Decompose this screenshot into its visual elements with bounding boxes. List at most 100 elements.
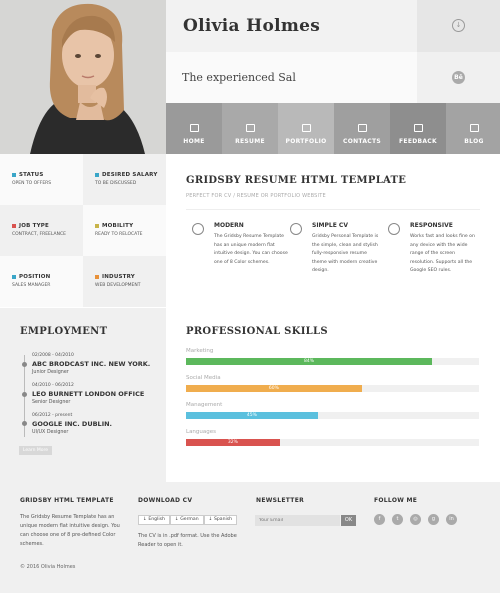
google-plus-icon[interactable]: g [428, 514, 439, 525]
skill-percent: 32% [227, 440, 238, 445]
nav-label: RESUME [235, 138, 265, 145]
behance-box[interactable]: Bē [417, 52, 500, 103]
feature-title: MODERN [214, 222, 244, 229]
skills-list: Marketing 84% Social Media 60% Management 45%… [186, 348, 480, 458]
profile-name: Olivia Holmes [183, 16, 321, 36]
heart-icon [290, 223, 302, 235]
skill-track: 45% [186, 412, 479, 419]
info-cell: INDUSTRY WEB DEVELOPMENT [83, 256, 166, 307]
job-role: UI/UX Designer [32, 430, 69, 435]
download-box[interactable]: ↓ [417, 0, 500, 52]
info-grid: STATUS OPEN TO OFFERS DESIRED SALARY TO BE … [0, 154, 166, 308]
info-cell: MOBILITY READY TO RELOCATE [83, 205, 166, 256]
feature-text: The Gridsby Resume Template has an uniqu… [214, 234, 288, 265]
feature-responsive: RESPONSIVE Works fast and looks fine on … [388, 222, 478, 276]
dribbble-icon[interactable]: ◎ [410, 514, 421, 525]
info-cell: JOB TYPE CONTRACT, FREELANCE [0, 205, 83, 256]
job-dates: 04/2010 - 06/2012 [32, 383, 74, 388]
behance-icon[interactable]: Bē [452, 71, 465, 84]
skill-item: Languages 32% [186, 429, 479, 446]
nav-label: CONTACTS [342, 138, 381, 145]
main-nav: HOME RESUME PORTFOLIO CONTACTS FEEDBACK BLOG [166, 103, 500, 154]
job-dates: 02/2008 - 04/2010 [32, 353, 74, 358]
info-title: POSITION [12, 274, 83, 280]
info-value: READY TO RELOCATE [95, 232, 143, 237]
job-company: GOOGLE INC. DUBLIN. [32, 420, 113, 428]
nav-resume[interactable]: RESUME [222, 103, 278, 154]
intro-title: GRIDSBY RESUME HTML TEMPLATE [186, 175, 407, 186]
feature-text: Works fast and looks fine on any device … [410, 234, 475, 273]
skill-percent: 45% [246, 413, 257, 418]
info-title: STATUS [12, 172, 83, 178]
facebook-icon[interactable]: f [374, 514, 385, 525]
skill-item: Marketing 84% [186, 348, 479, 365]
skill-percent: 60% [268, 386, 279, 391]
feedback-icon [413, 124, 423, 132]
info-color-marker [95, 224, 99, 228]
footer-newsletter-title: NEWSLETTER [256, 497, 305, 504]
info-color-marker [12, 173, 16, 177]
skill-item: Management 45% [186, 402, 479, 419]
info-title-text: DESIRED SALARY [102, 172, 158, 178]
nav-feedback[interactable]: FEEDBACK [390, 103, 446, 154]
skill-item: Social Media 60% [186, 375, 479, 392]
download-german-button[interactable]: ↓ German [169, 515, 204, 525]
nav-contacts[interactable]: CONTACTS [334, 103, 390, 154]
nav-label: BLOG [464, 138, 484, 145]
footer-follow-title: FOLLOW ME [374, 497, 418, 504]
lang-label: German [180, 517, 199, 522]
info-cell: POSITION SALES MANAGER [0, 256, 83, 307]
job-company: LEO BURNETT LONDON OFFICE [32, 390, 145, 398]
info-value: WEB DEVELOPMENT [95, 283, 141, 288]
info-value: CONTRACT, FREELANCE [12, 232, 66, 237]
subscribe-button[interactable]: OK [341, 515, 356, 526]
feature-text: Gridsby Personal Template is the simple,… [312, 234, 379, 273]
skill-label: Social Media [186, 375, 221, 381]
timeline-dot [22, 421, 27, 426]
job-dates: 06/2012 - present [32, 413, 73, 418]
skill-label: Management [186, 402, 223, 408]
info-title-text: INDUSTRY [102, 274, 135, 280]
footer-about-title: GRIDSBY HTML TEMPLATE [20, 497, 114, 504]
nav-blog[interactable]: BLOG [446, 103, 500, 154]
feature-modern: MODERN The Gridsby Resume Template has a… [192, 222, 288, 267]
nav-portfolio[interactable]: PORTFOLIO [278, 103, 334, 154]
download-english-button[interactable]: ↓ English [138, 515, 170, 525]
timeline-dot [22, 362, 27, 367]
home-icon [189, 124, 199, 132]
intro-subtitle: PERFECT FOR CV / RESUME OR PORTFOLIO WEB… [186, 193, 326, 199]
learn-more-button[interactable]: Learn More [19, 446, 52, 455]
nav-label: HOME [183, 138, 205, 145]
profile-photo [0, 0, 166, 154]
arrow-down-circle-icon[interactable]: ↓ [452, 19, 465, 32]
linkedin-icon[interactable]: in [446, 514, 457, 525]
job-entry: 04/2010 - 06/2012 LEO BURNETT LONDON OFF… [32, 383, 144, 405]
skill-fill: 84% [186, 358, 433, 365]
info-value: OPEN TO OFFERS [12, 181, 52, 186]
target-icon [388, 223, 400, 235]
skill-percent: 84% [304, 359, 315, 364]
info-color-marker [95, 173, 99, 177]
skill-track: 84% [186, 358, 479, 365]
social-links: f t ◎ g in [374, 514, 457, 525]
skill-fill: 45% [186, 412, 318, 419]
lang-label: Spanish [213, 517, 233, 522]
info-title: JOB TYPE [12, 223, 83, 229]
download-spanish-button[interactable]: ↓ Spanish [203, 515, 238, 525]
portrait-illustration [0, 0, 166, 154]
skill-track: 60% [186, 385, 479, 392]
tagline: The experienced Sal [182, 71, 296, 84]
info-title-text: MOBILITY [102, 223, 134, 229]
info-value: TO BE DISCUSSED [95, 181, 137, 186]
info-title-text: STATUS [19, 172, 44, 178]
info-color-marker [12, 224, 16, 228]
nav-home[interactable]: HOME [166, 103, 222, 154]
twitter-icon[interactable]: t [392, 514, 403, 525]
job-entry: 02/2008 - 04/2010 ABC BRODCAST INC. NEW … [32, 353, 150, 375]
info-cell: DESIRED SALARY TO BE DISCUSSED [83, 154, 166, 205]
feature-title: SIMPLE CV [312, 222, 348, 229]
skill-label: Languages [186, 429, 217, 435]
info-color-marker [95, 275, 99, 279]
intro-divider [186, 209, 480, 210]
email-input[interactable] [255, 515, 340, 526]
